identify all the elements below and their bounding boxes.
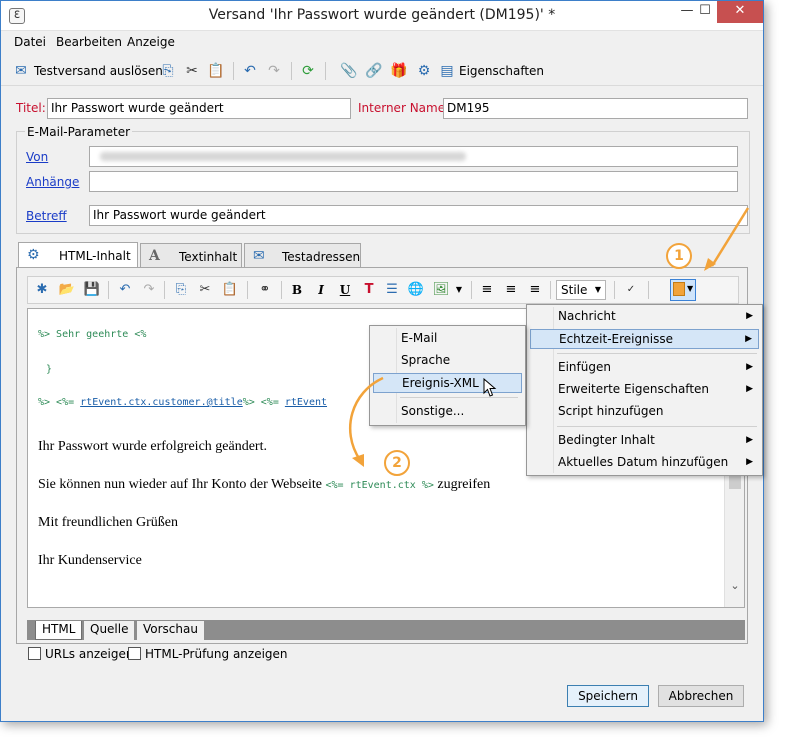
- callout-1-arrowhead: [704, 258, 716, 271]
- callout-2-arrow: [349, 376, 384, 461]
- callout-1-arrow: [710, 207, 750, 267]
- annotation-arrows: [349, 207, 750, 467]
